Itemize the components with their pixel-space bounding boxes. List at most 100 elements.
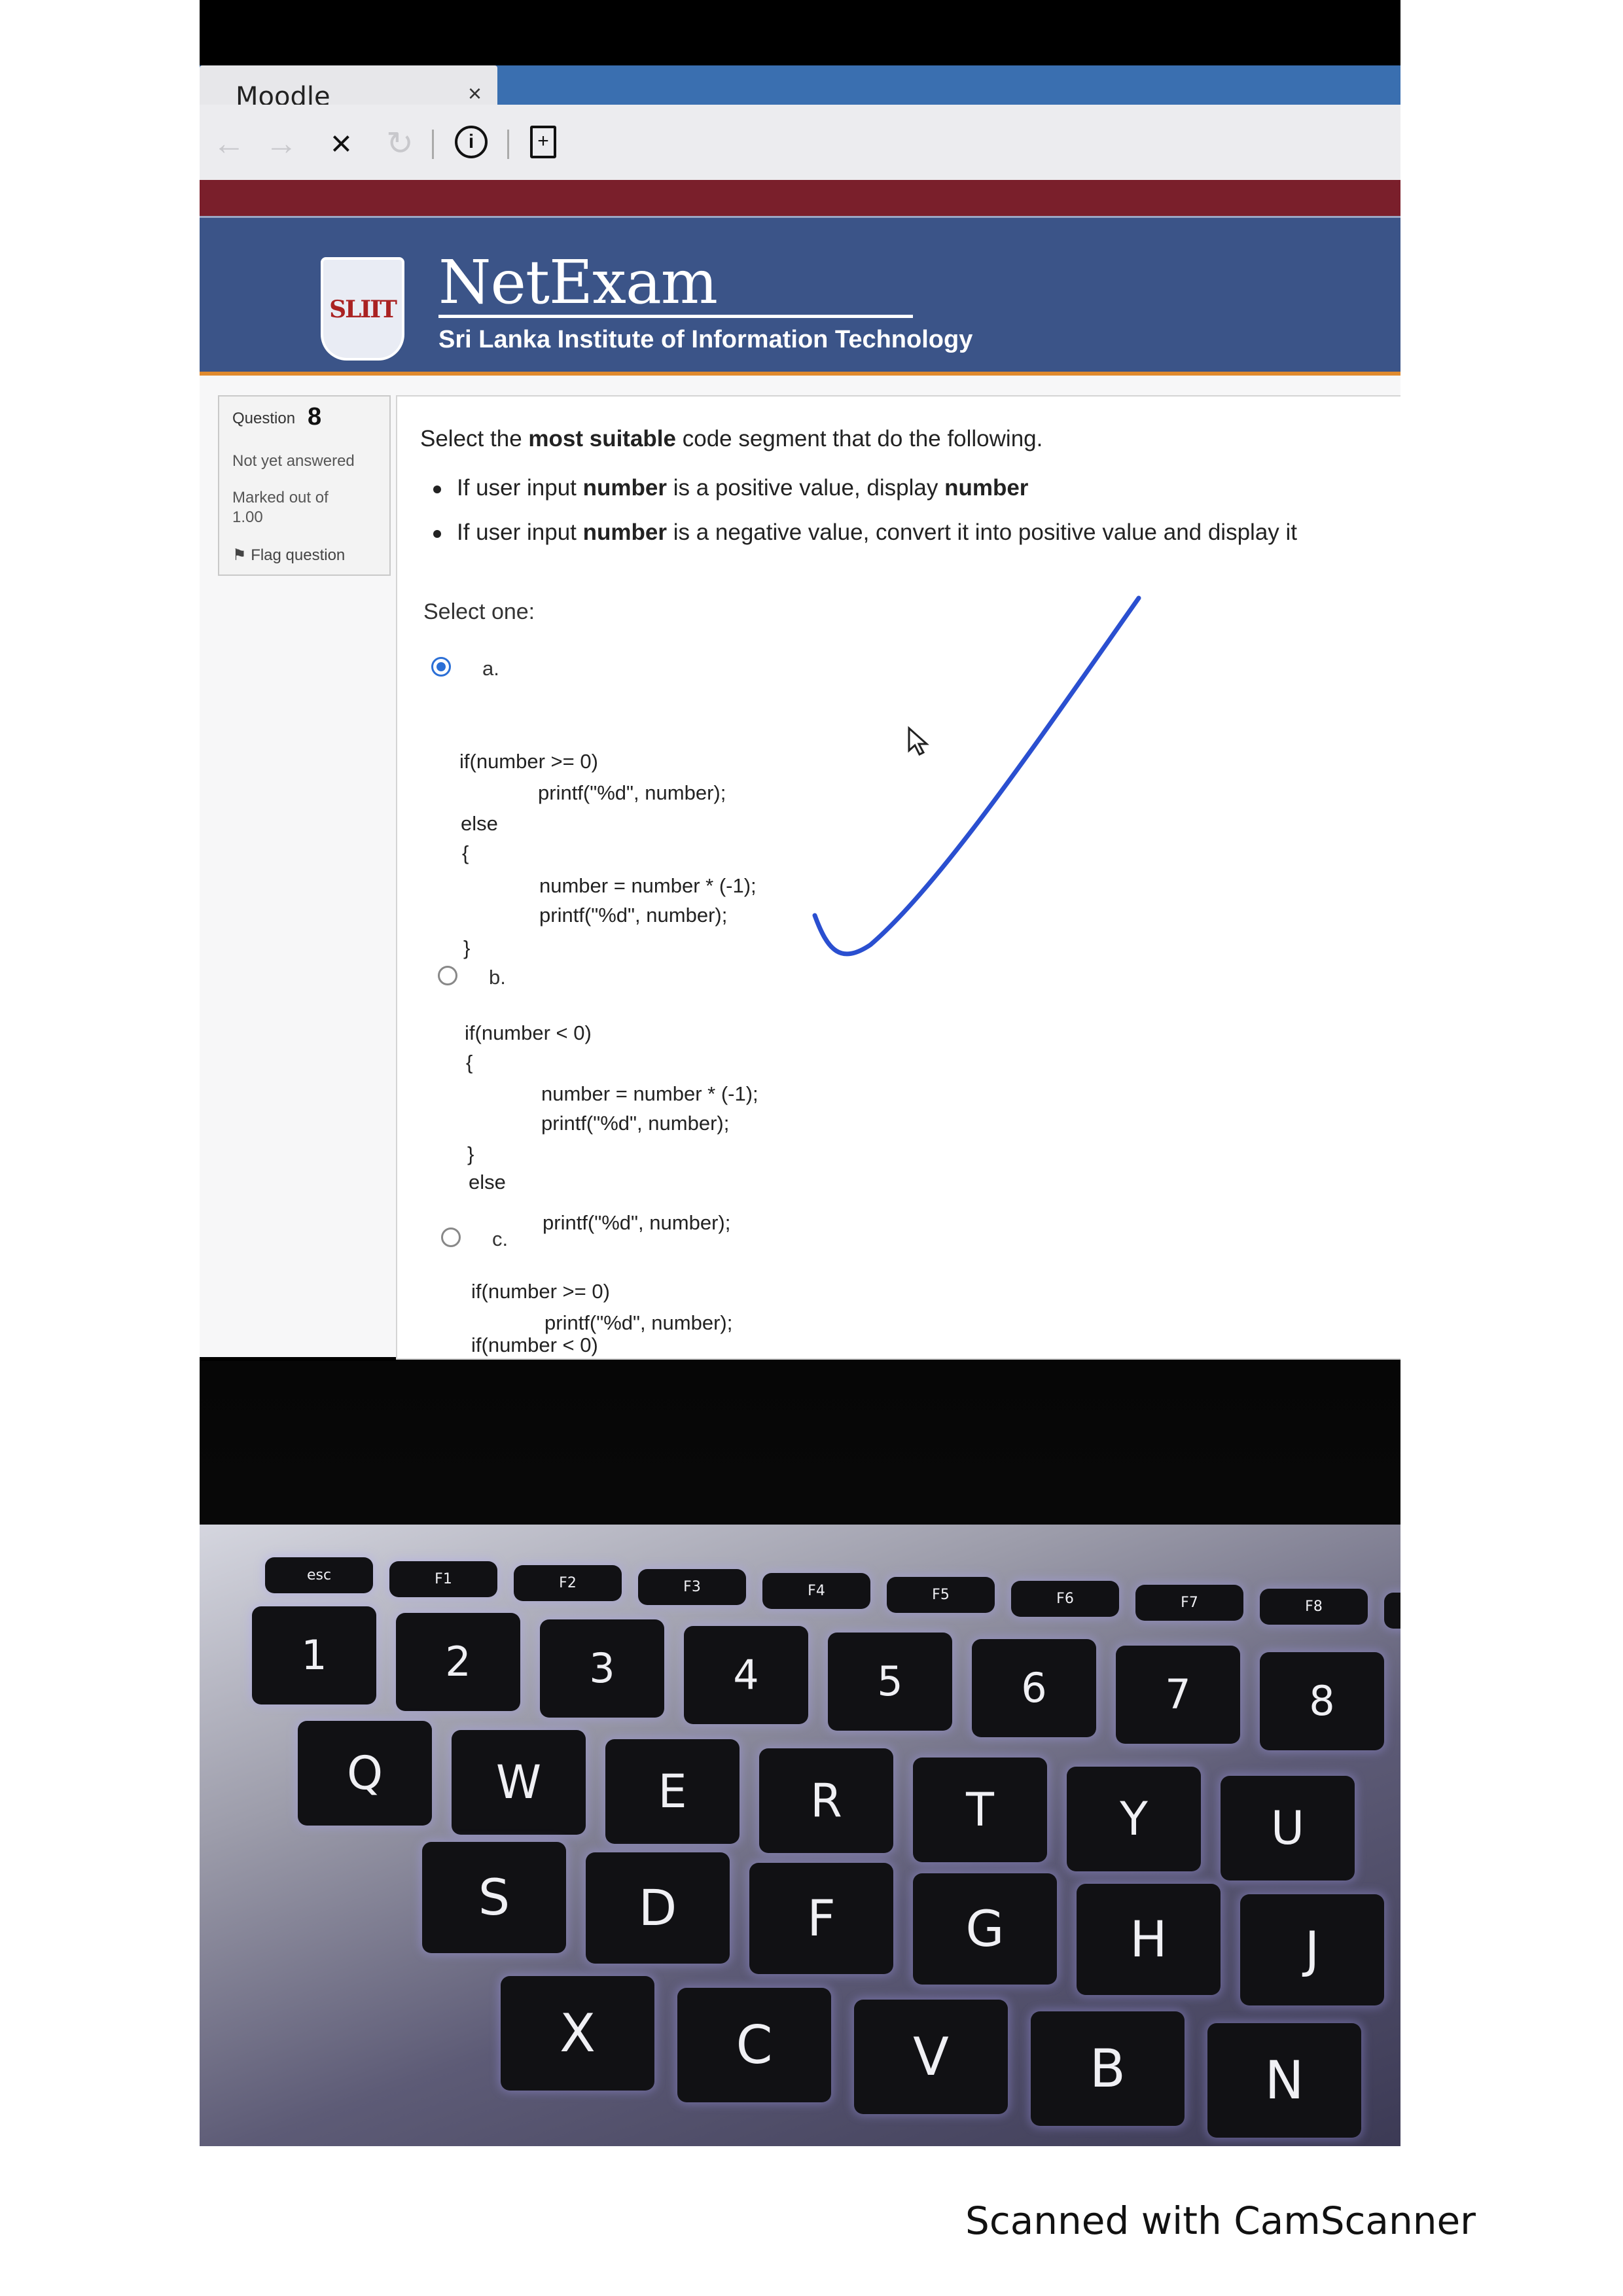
letter-key: U: [1221, 1776, 1355, 1881]
option-c-code-line: if(number < 0): [471, 1333, 598, 1356]
option-b-code-line: if(number < 0): [465, 1021, 592, 1044]
photo-of-laptop-screen: Moodle × ← → × ↻ i + SLIIT NetExam Sri L…: [200, 0, 1400, 2146]
option-a-code-line: printf("%d", number);: [539, 904, 728, 927]
question-number: 8: [308, 403, 322, 431]
letter-key: V: [854, 2000, 1008, 2114]
page-action-icon[interactable]: +: [530, 126, 556, 158]
option-c-radio[interactable]: [441, 1227, 461, 1247]
bullet-bold: number: [582, 520, 667, 545]
fn-key: F5: [887, 1577, 995, 1613]
stop-loading-icon[interactable]: ×: [330, 122, 352, 164]
letter-key: T: [913, 1757, 1047, 1862]
letter-key: E: [605, 1739, 740, 1844]
back-arrow-icon[interactable]: ←: [213, 124, 245, 162]
fn-key: F7: [1135, 1585, 1243, 1621]
site-subtitle: Sri Lanka Institute of Information Techn…: [438, 326, 973, 353]
bullet-bold: number: [944, 475, 1029, 501]
fn-key: F2: [514, 1565, 622, 1601]
option-a-code-line: {: [462, 841, 469, 864]
question-marks: Marked out of 1.00: [232, 489, 329, 526]
bullet-dot: [433, 485, 441, 493]
bullet-text: is a positive value, display: [666, 475, 945, 501]
option-c-code-line: if(number >= 0): [471, 1280, 610, 1303]
letter-key: X: [501, 1976, 654, 2091]
bullet-text: If user input: [457, 475, 583, 501]
letter-key: N: [1207, 2023, 1361, 2138]
sliit-crest-logo: SLIIT: [321, 257, 404, 361]
flag-question-link[interactable]: ⚑ Flag question: [232, 546, 345, 565]
handwritten-checkmark-annotation: [812, 595, 1141, 957]
question-state: Not yet answered: [232, 452, 355, 470]
flag-question-label: Flag question: [251, 546, 346, 564]
option-b-radio[interactable]: [438, 966, 457, 985]
letter-key: D: [586, 1852, 730, 1964]
fn-key: F6: [1011, 1581, 1119, 1617]
flag-icon: ⚑: [232, 546, 251, 564]
fn-key: F8: [1260, 1589, 1368, 1625]
bullet-bold: number: [582, 475, 667, 501]
tab-close-icon[interactable]: ×: [468, 80, 482, 107]
number-key: 8: [1260, 1652, 1384, 1750]
letter-key: Y: [1067, 1767, 1201, 1871]
number-key: 7: [1116, 1646, 1240, 1744]
option-a-code-line: else: [461, 812, 498, 835]
fn-key: F9: [1384, 1593, 1400, 1629]
option-a-code-line: number = number * (-1);: [539, 874, 757, 897]
brand-underline: [438, 315, 913, 318]
letter-key: H: [1077, 1884, 1221, 1995]
number-key: 4: [684, 1626, 808, 1724]
option-b-code-line: printf("%d", number);: [541, 1112, 730, 1135]
number-key: 3: [540, 1619, 664, 1718]
question-text-bold: most suitable: [528, 426, 676, 451]
question-info-panel: Question 8 Not yet answered Marked out o…: [218, 395, 391, 576]
nav-separator: [432, 130, 434, 159]
question-text-pre: Select the: [420, 426, 529, 451]
option-a-code-line: printf("%d", number);: [538, 781, 726, 804]
letter-key: R: [759, 1748, 893, 1853]
nav-separator: [507, 130, 509, 159]
bullet-text: is a negative value, convert it into pos…: [666, 520, 1298, 545]
fn-key: esc: [265, 1557, 373, 1593]
letter-key: J: [1240, 1894, 1384, 2005]
fn-key: F3: [638, 1569, 746, 1605]
bullet-text: If user input: [457, 520, 583, 545]
fn-key: F4: [762, 1573, 870, 1609]
reload-icon[interactable]: ↻: [386, 124, 414, 162]
site-brand[interactable]: NetExam: [438, 247, 718, 317]
bullet-dot: [433, 529, 441, 538]
option-b-label[interactable]: b.: [489, 966, 506, 989]
option-a-radio[interactable]: [431, 657, 451, 677]
requirement-bullet: If user input number is a positive value…: [433, 475, 1028, 501]
option-b-code-line: else: [469, 1171, 506, 1193]
quiz-page: Question 8 Not yet answered Marked out o…: [200, 376, 1400, 1360]
option-a-code-line: if(number >= 0): [459, 750, 598, 773]
letter-key: S: [422, 1842, 566, 1953]
letter-key: F: [749, 1863, 893, 1974]
option-c-label[interactable]: c.: [492, 1227, 508, 1251]
option-b-code-line: printf("%d", number);: [543, 1211, 731, 1234]
letter-key: W: [452, 1730, 586, 1835]
site-info-icon[interactable]: i: [455, 126, 488, 158]
option-c-code-line: printf("%d", number);: [544, 1311, 733, 1334]
number-key: 2: [396, 1613, 520, 1711]
number-key: 6: [972, 1639, 1096, 1737]
option-b-code-line: }: [467, 1142, 474, 1165]
requirement-bullet: If user input number is a negative value…: [433, 520, 1297, 546]
number-key: 5: [828, 1633, 952, 1731]
option-b-code-line: number = number * (-1);: [541, 1082, 758, 1105]
option-a-label[interactable]: a.: [482, 657, 499, 680]
crest-text: SLIIT: [329, 296, 397, 323]
letter-key: C: [677, 1988, 831, 2102]
site-header: SLIIT NetExam Sri Lanka Institute of Inf…: [200, 216, 1400, 375]
letter-key: B: [1031, 2011, 1185, 2126]
forward-arrow-icon[interactable]: →: [265, 124, 298, 162]
number-key: 1: [252, 1606, 376, 1704]
fn-key: F1: [389, 1561, 497, 1597]
letter-key: G: [913, 1873, 1057, 1985]
question-text: Select the most suitable code segment th…: [420, 426, 1043, 452]
option-a-code-line: }: [463, 936, 471, 959]
camscanner-watermark: Scanned with CamScanner: [965, 2199, 1476, 2243]
option-b-code-line: {: [466, 1051, 473, 1074]
letter-key: Q: [298, 1721, 432, 1826]
question-text-post: code segment that do the following.: [676, 426, 1043, 451]
